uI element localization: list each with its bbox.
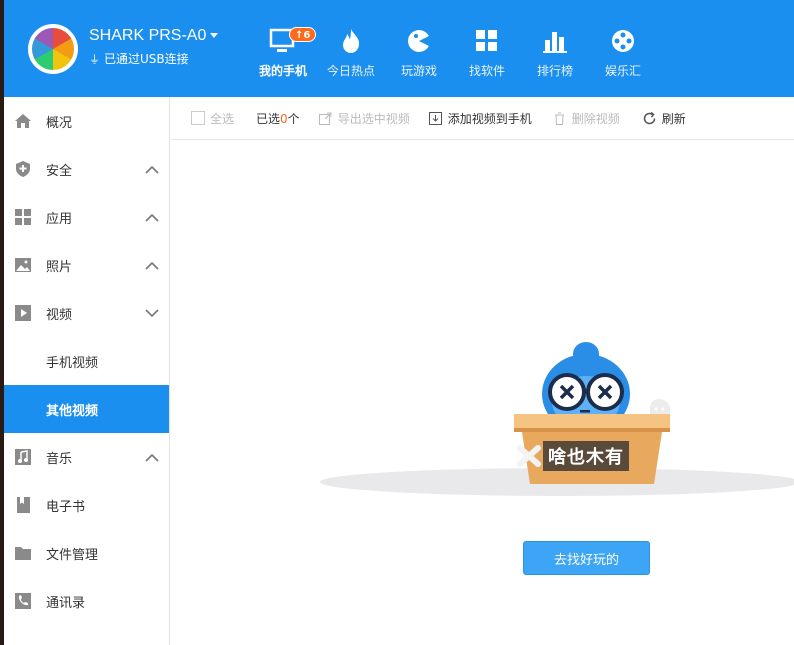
sidebar-item-label: 手机视频 — [46, 355, 99, 371]
connection-status: ⏚ 已通过USB连接 — [89, 50, 189, 67]
chart-icon — [543, 32, 567, 53]
sidebar-item-label: 概况 — [46, 115, 73, 131]
sidebar-item-label: 照片 — [46, 259, 73, 275]
nav-software[interactable]: 找软件 — [453, 0, 521, 97]
nav-label: 娱乐汇 — [604, 64, 641, 78]
refresh-icon — [643, 111, 655, 124]
selected-count: 已选0个 — [256, 110, 300, 127]
home-icon — [15, 114, 31, 128]
sidebar-item-file-manager[interactable]: 文件管理 — [4, 529, 169, 577]
nav-entertainment[interactable]: 娱乐汇 — [589, 0, 657, 97]
export-icon — [318, 112, 332, 125]
sidebar-item-label: 通讯录 — [46, 595, 86, 611]
app-window: SHARK PRS-A0 ⏚ 已通过USB连接 ↑6 我的手机 今日热点 玩游戏… — [0, 0, 794, 645]
checkbox-box[interactable] — [191, 111, 205, 125]
nav-label: 玩游戏 — [400, 64, 437, 78]
sidebar-item-contacts[interactable]: 通讯录 — [4, 577, 169, 625]
book-icon — [17, 497, 30, 513]
video-list-area: 啥也木有 去找好玩的 — [171, 140, 794, 645]
apps-icon — [476, 30, 497, 51]
selected-count-value: 0 — [280, 111, 288, 126]
add-label: 添加视频到手机 — [447, 111, 532, 126]
sidebar-item-ebooks[interactable]: 电子书 — [4, 481, 169, 529]
nav-rankings[interactable]: 排行榜 — [521, 0, 589, 97]
device-name[interactable]: SHARK PRS-A0 — [89, 27, 206, 45]
flame-icon — [343, 29, 360, 53]
contacts-icon — [15, 593, 31, 609]
sidebar: 概况 安全 应用 照片 视频 手机视频 其他视频 音乐 电子书 文件管理 通讯录 — [4, 97, 170, 645]
sidebar-item-label: 其他视频 — [46, 403, 99, 419]
nav-label: 我的手机 — [258, 64, 307, 78]
add-to-phone-icon — [428, 111, 442, 125]
grid-icon — [15, 209, 31, 225]
video-toolbar: 全选 已选0个 导出选中视频 添加视频到手机 删除视频 刷新 — [171, 97, 794, 140]
nav-games[interactable]: 玩游戏 — [385, 0, 453, 97]
sidebar-item-label: 文件管理 — [46, 547, 99, 563]
sidebar-item-apps[interactable]: 应用 — [4, 193, 169, 241]
device-dropdown-icon[interactable] — [210, 33, 218, 38]
nav-label: 今日热点 — [326, 64, 375, 78]
chevron-up-icon[interactable] — [144, 451, 160, 463]
music-icon — [15, 449, 31, 465]
select-all-checkbox[interactable]: 全选 — [191, 110, 234, 127]
sidebar-subitem-phone-videos[interactable]: 手机视频 — [4, 337, 169, 385]
sidebar-item-label: 音乐 — [46, 451, 73, 467]
add-video-button[interactable]: 添加视频到手机 — [428, 110, 532, 127]
shield-icon — [16, 161, 30, 177]
sidebar-subitem-other-videos[interactable]: 其他视频 — [4, 385, 169, 433]
find-fun-button[interactable]: 去找好玩的 — [523, 541, 650, 575]
play-icon — [15, 305, 31, 321]
empty-state-message: 啥也木有 — [543, 441, 629, 471]
export-selected-button[interactable]: 导出选中视频 — [318, 110, 410, 127]
connection-status-text: 已通过USB连接 — [104, 52, 189, 66]
export-label: 导出选中视频 — [337, 111, 410, 126]
chevron-down-icon[interactable] — [144, 307, 160, 319]
selected-prefix: 已选 — [256, 111, 281, 126]
sidebar-item-label: 安全 — [46, 163, 73, 179]
sidebar-item-photos[interactable]: 照片 — [4, 241, 169, 289]
sidebar-item-label: 应用 — [46, 211, 73, 227]
folder-icon — [15, 547, 31, 560]
nav-hot-today[interactable]: 今日热点 — [317, 0, 385, 97]
sidebar-item-label: 电子书 — [46, 499, 86, 515]
top-nav: ↑6 我的手机 今日热点 玩游戏 找软件 排行榜 娱乐汇 — [249, 0, 657, 97]
usb-plug-icon: ⏚ — [89, 52, 100, 66]
select-all-label: 全选 — [210, 111, 235, 126]
sidebar-item-label: 视频 — [46, 307, 73, 323]
trash-icon — [554, 112, 564, 125]
sidebar-item-overview[interactable]: 概况 — [4, 97, 169, 145]
nav-my-phone[interactable]: ↑6 我的手机 — [249, 0, 317, 97]
image-icon — [15, 258, 31, 272]
update-badge: ↑6 — [289, 27, 317, 42]
chevron-up-icon[interactable] — [144, 163, 160, 175]
nav-label: 排行榜 — [536, 64, 573, 78]
film-reel-icon — [612, 30, 634, 52]
game-icon — [408, 30, 431, 52]
selected-suffix: 个 — [287, 111, 300, 126]
chevron-up-icon[interactable] — [144, 211, 160, 223]
refresh-label: 刷新 — [661, 111, 686, 126]
chevron-up-icon[interactable] — [144, 259, 160, 271]
sidebar-item-music[interactable]: 音乐 — [4, 433, 169, 481]
app-logo — [28, 24, 78, 74]
nav-label: 找软件 — [468, 64, 505, 78]
sidebar-item-videos[interactable]: 视频 — [4, 289, 169, 337]
delete-video-button[interactable]: 删除视频 — [552, 110, 620, 127]
refresh-button[interactable]: 刷新 — [642, 110, 686, 127]
delete-label: 删除视频 — [571, 111, 620, 126]
sidebar-item-security[interactable]: 安全 — [4, 145, 169, 193]
header-bar: SHARK PRS-A0 ⏚ 已通过USB连接 ↑6 我的手机 今日热点 玩游戏… — [4, 0, 794, 97]
